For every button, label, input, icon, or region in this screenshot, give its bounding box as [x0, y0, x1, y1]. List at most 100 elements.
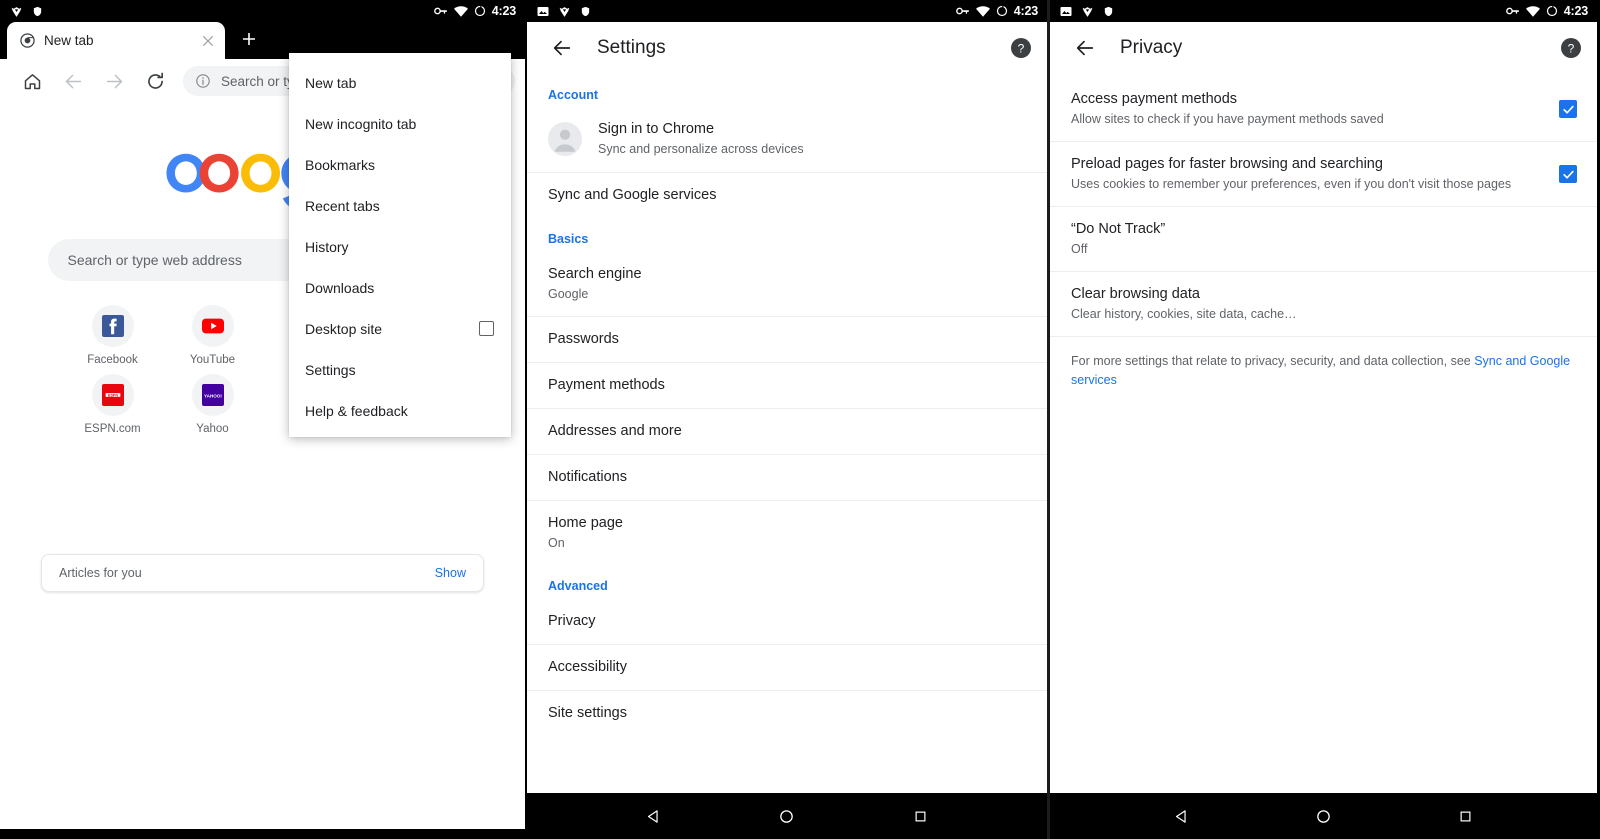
nav-back-button[interactable]	[634, 796, 674, 836]
row-title: Sync and Google services	[548, 187, 717, 203]
tile-label: Facebook	[87, 354, 138, 366]
browser-tab[interactable]: New tab	[7, 22, 225, 59]
bird-logo-icon	[11, 6, 22, 17]
help-icon[interactable]: ?	[1009, 36, 1033, 60]
row-title: Clear browsing data	[1071, 286, 1200, 302]
articles-for-you-card[interactable]: Articles for you Show	[41, 554, 484, 592]
square-recents-icon	[1460, 811, 1471, 821]
nav-home-button[interactable]	[243, 832, 283, 839]
menu-item-desktop-site[interactable]: Desktop site	[289, 308, 511, 349]
close-icon[interactable]	[200, 33, 216, 49]
vpn-key-icon	[955, 7, 969, 15]
menu-item-label: History	[305, 238, 349, 255]
settings-back-button[interactable]	[545, 31, 579, 65]
settings-row-privacy[interactable]: Privacy	[527, 599, 1047, 644]
status-bar-right-icons: 4:23	[433, 4, 516, 18]
nav-back-button[interactable]	[108, 832, 148, 839]
privacy-row-clear-browsing-data[interactable]: Clear browsing data Clear history, cooki…	[1050, 271, 1597, 336]
settings-row-addresses-and-more[interactable]: Addresses and more	[527, 408, 1047, 454]
arrow-forward-icon	[106, 74, 123, 88]
nav-home-button[interactable]	[1303, 796, 1343, 836]
articles-show-button[interactable]: Show	[435, 566, 466, 580]
settings-row-texts: Notifications	[548, 468, 627, 487]
back-button[interactable]	[53, 61, 94, 102]
settings-row-payment-methods[interactable]: Payment methods	[527, 362, 1047, 408]
menu-item-new-incognito-tab[interactable]: New incognito tab	[289, 103, 511, 144]
arrow-back-icon	[553, 40, 571, 56]
screenshot-root: 4:23 New tab Search or Search or type we…	[0, 0, 1600, 839]
settings-row-search-engine[interactable]: Search engine Google	[527, 252, 1047, 316]
row-subtitle: Sync and personalize across devices	[598, 142, 804, 156]
nav-recents-button[interactable]	[900, 796, 940, 836]
vpn-key-icon	[433, 7, 447, 15]
menu-item-bookmarks[interactable]: Bookmarks	[289, 144, 511, 185]
settings-row-notifications[interactable]: Notifications	[527, 454, 1047, 500]
settings-row-home-page[interactable]: Home page On	[527, 500, 1047, 565]
row-subtitle: On	[548, 536, 565, 550]
image-icon	[537, 6, 549, 16]
settings-row-texts: Site settings	[548, 704, 627, 723]
status-bar-right-icons: 4:23	[955, 4, 1038, 18]
circle-home-icon	[1317, 809, 1330, 823]
forward-button[interactable]	[94, 61, 135, 102]
tile-icon-wrap: YAHOO!	[191, 374, 234, 416]
privacy-row-texts: “Do Not Track” Off	[1071, 220, 1165, 258]
privacy-back-button[interactable]	[1068, 31, 1102, 65]
chrome-icon	[20, 33, 35, 48]
privacy-row-do-not-track[interactable]: “Do Not Track” Off	[1050, 206, 1597, 271]
tile-youtube[interactable]: YouTube	[163, 305, 263, 366]
nav-back-button[interactable]	[1161, 796, 1201, 836]
svg-text:YAHOO!: YAHOO!	[204, 393, 222, 398]
settings-row-sign-in[interactable]: Sign in to Chrome Sync and personalize a…	[527, 108, 1047, 172]
tile-icon-wrap	[91, 305, 134, 347]
circle-home-icon	[780, 809, 794, 823]
access-payment-methods-checkbox[interactable]	[1559, 100, 1577, 118]
wifi-icon	[1525, 5, 1540, 17]
check-icon	[1562, 170, 1574, 179]
help-icon[interactable]: ?	[1559, 36, 1583, 60]
row-title: Home page	[548, 515, 623, 531]
status-bar-left-icons	[1060, 5, 1114, 18]
home-button[interactable]	[12, 61, 53, 102]
status-bar-panel1: 4:23	[0, 0, 525, 22]
triangle-back-icon	[1175, 809, 1186, 823]
privacy-row-preload-pages[interactable]: Preload pages for faster browsing and se…	[1050, 141, 1597, 206]
nav-recents-button[interactable]	[1446, 796, 1486, 836]
menu-item-downloads[interactable]: Downloads	[289, 267, 511, 308]
row-title: Preload pages for faster browsing and se…	[1071, 156, 1383, 172]
settings-row-texts: Payment methods	[548, 376, 665, 395]
tile-facebook[interactable]: Facebook	[63, 305, 163, 366]
settings-row-texts: Accessibility	[548, 658, 627, 677]
preload-pages-checkbox[interactable]	[1559, 165, 1577, 183]
android-nav-bar-panel1	[0, 829, 525, 839]
menu-item-label: Help & feedback	[305, 402, 408, 419]
fakebox-placeholder: Search or type web address	[67, 252, 242, 268]
privacy-footnote-text: For more settings that relate to privacy…	[1071, 354, 1475, 368]
svg-text:?: ?	[1568, 42, 1575, 56]
menu-item-settings[interactable]: Settings	[289, 349, 511, 390]
settings-row-texts: Sync and Google services	[548, 186, 716, 205]
settings-row-sync-and-google-services[interactable]: Sync and Google services	[527, 172, 1047, 218]
menu-item-history[interactable]: History	[289, 226, 511, 267]
info-icon	[196, 74, 210, 88]
desktop-site-checkbox[interactable]	[479, 321, 494, 336]
menu-item-help-feedback[interactable]: Help & feedback	[289, 390, 511, 431]
menu-item-new-tab[interactable]: New tab	[289, 62, 511, 103]
reload-icon	[148, 72, 163, 89]
privacy-row-access-payment-methods[interactable]: Access payment methods Allow sites to ch…	[1050, 74, 1597, 141]
shield-icon	[33, 6, 42, 16]
nav-recents-button[interactable]	[378, 832, 418, 839]
new-tab-button[interactable]	[232, 22, 266, 56]
settings-row-site-settings[interactable]: Site settings	[527, 690, 1047, 736]
reload-button[interactable]	[135, 61, 176, 102]
settings-row-accessibility[interactable]: Accessibility	[527, 644, 1047, 690]
status-bar-left-icons	[10, 5, 43, 18]
tile-espn[interactable]: ESPN ESPN.com	[63, 374, 163, 435]
menu-item-recent-tabs[interactable]: Recent tabs	[289, 185, 511, 226]
tile-yahoo[interactable]: YAHOO! Yahoo	[163, 374, 263, 435]
privacy-app-bar: Privacy ?	[1050, 22, 1597, 74]
settings-section-basics: Basics	[548, 232, 589, 246]
nav-home-button[interactable]	[767, 796, 807, 836]
settings-row-passwords[interactable]: Passwords	[527, 316, 1047, 362]
status-bar-left-icons	[537, 5, 591, 18]
